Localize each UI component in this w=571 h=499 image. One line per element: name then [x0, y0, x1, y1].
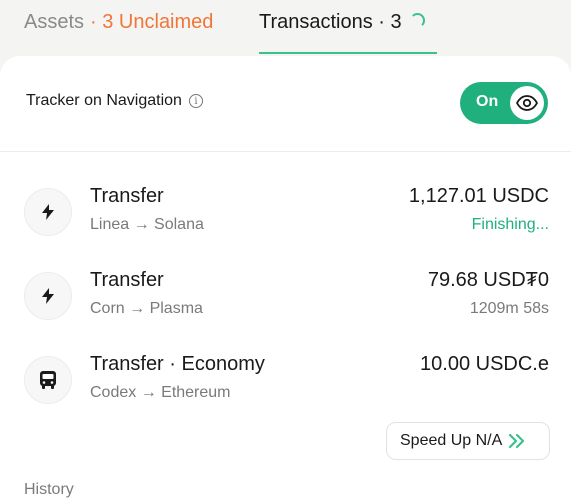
speed-up-button[interactable]: Speed Up N/A: [386, 422, 550, 460]
tab-transactions[interactable]: Transactions · 3: [259, 8, 437, 54]
eye-icon: [516, 95, 538, 111]
speed-up-label: Speed Up N/A: [400, 432, 503, 449]
transaction-amount: 79.68 USD₮0: [427, 269, 549, 291]
transaction-icon: [24, 272, 72, 320]
bus-icon: [40, 371, 56, 389]
tracker-label-text: Tracker on Navigation: [26, 92, 182, 109]
tab-bar: Assets · 3 Unclaimed Transactions · 3: [0, 0, 571, 54]
transaction-title: Transfer: [90, 269, 164, 291]
transaction-status: Finishing...: [471, 216, 549, 233]
tab-assets[interactable]: Assets · 3 Unclaimed: [24, 8, 213, 54]
transaction-row[interactable]: Transfer Linea → Solana 1,127.01 USDC Fi…: [0, 185, 571, 268]
tab-transactions-label: Transactions · 3: [259, 11, 402, 33]
tracker-toggle[interactable]: On: [460, 82, 548, 124]
transaction-route: Codex → Ethereum: [90, 384, 231, 401]
transactions-panel: Tracker on Navigation i On Transfer Line…: [0, 56, 571, 499]
tracker-label: Tracker on Navigation i: [26, 92, 203, 110]
transaction-time-remaining: 1209m 58s: [469, 300, 549, 317]
unclaimed-count: · 3 Unclaimed: [90, 11, 214, 33]
toggle-label: On: [476, 93, 499, 110]
info-icon[interactable]: i: [188, 94, 203, 108]
tab-assets-label: Assets: [24, 11, 85, 33]
transaction-route: Linea → Solana: [90, 216, 204, 233]
lightning-icon: [42, 204, 54, 220]
transaction-title: Transfer: [90, 185, 164, 207]
transaction-amount: 1,127.01 USDC: [408, 185, 549, 207]
transaction-icon: [24, 188, 72, 236]
transaction-icon: [24, 356, 72, 404]
toggle-knob: [510, 86, 544, 120]
lightning-icon: [42, 288, 54, 304]
tracker-row: Tracker on Navigation i On: [0, 56, 571, 152]
transaction-amount: 10.00 USDC.e: [420, 353, 549, 375]
transaction-row[interactable]: Transfer Corn → Plasma 79.68 USD₮0 1209m…: [0, 269, 571, 352]
transaction-route: Corn → Plasma: [90, 300, 203, 317]
history-heading: History: [24, 481, 74, 498]
double-chevron-right-icon: [508, 434, 526, 448]
loading-spinner-icon: [409, 13, 425, 28]
transaction-title: Transfer · Economy: [90, 353, 265, 375]
